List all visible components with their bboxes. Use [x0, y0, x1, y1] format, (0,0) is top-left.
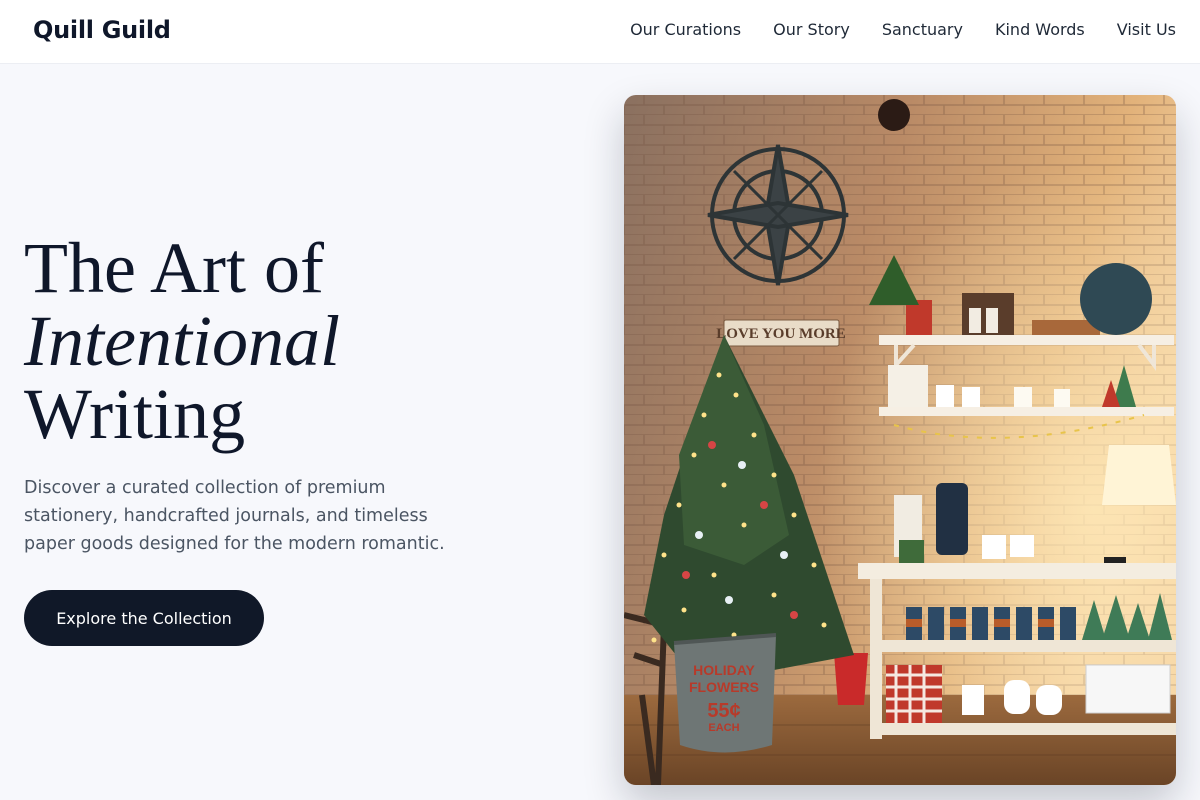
- table-lamp: [1102, 445, 1176, 505]
- svg-text:FLOWERS: FLOWERS: [689, 679, 759, 695]
- main-nav: Our Curations Our Story Sanctuary Kind W…: [630, 20, 1176, 39]
- nav-link-visit[interactable]: Visit Us: [1117, 20, 1176, 39]
- nav-link-curations[interactable]: Our Curations: [630, 20, 741, 39]
- hero-title-line-1: The Art of: [24, 228, 324, 308]
- nav-link-sanctuary[interactable]: Sanctuary: [882, 20, 963, 39]
- red-bucket: [834, 653, 868, 705]
- hero-title-line-2: Intentional: [24, 301, 340, 381]
- hero-photo: LOVE YOU MORE HOLIDAY FLOWERS 55¢ EACH: [624, 95, 1176, 785]
- wall-sign-text: LOVE YOU MORE: [716, 326, 845, 342]
- ceiling-light: [878, 99, 910, 131]
- nav-link-kind-words[interactable]: Kind Words: [995, 20, 1085, 39]
- svg-text:55¢: 55¢: [707, 700, 740, 722]
- site-header: Quill Guild Our Curations Our Story Sanc…: [0, 0, 1200, 64]
- hero-subtitle: Discover a curated collection of premium…: [24, 478, 445, 554]
- svg-text:EACH: EACH: [708, 722, 739, 734]
- svg-text:HOLIDAY: HOLIDAY: [693, 662, 755, 678]
- explore-collection-button[interactable]: Explore the Collection: [24, 590, 264, 646]
- shop-interior-illustration: LOVE YOU MORE HOLIDAY FLOWERS 55¢ EACH: [624, 95, 1176, 785]
- brand-logo[interactable]: Quill Guild: [33, 16, 171, 44]
- nav-link-story[interactable]: Our Story: [773, 20, 850, 39]
- hero-title: The Art of Intentional Writing: [24, 232, 340, 451]
- hero-title-line-3: Writing: [24, 374, 246, 454]
- holiday-flowers-bucket: HOLIDAY FLOWERS 55¢ EACH: [673, 633, 777, 753]
